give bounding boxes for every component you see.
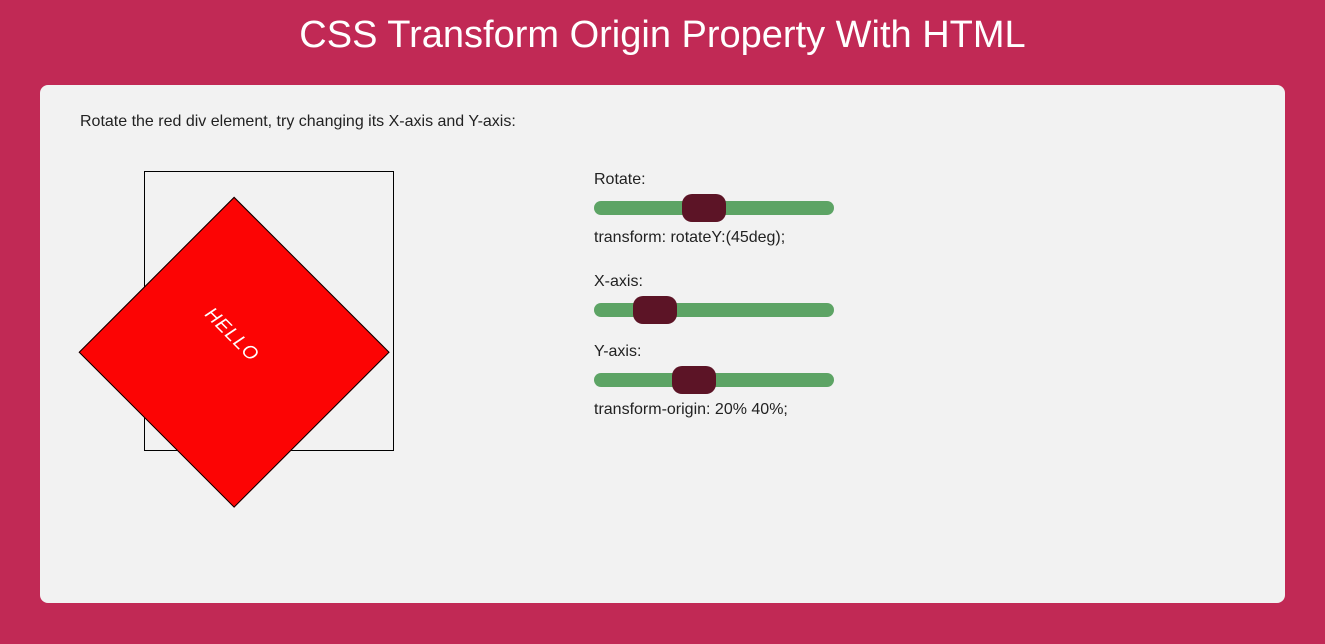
- origin-output: transform-origin: 20% 40%;: [594, 401, 894, 419]
- page-title: CSS Transform Origin Property With HTML: [0, 0, 1325, 85]
- demo-container: HELLO: [144, 171, 394, 451]
- demo-panel: Rotate the red div element, try changing…: [40, 85, 1285, 603]
- rotate-output: transform: rotateY:(45deg);: [594, 229, 894, 247]
- controls-column: Rotate: transform: rotateY:(45deg); X-ax…: [594, 171, 894, 445]
- rotate-label: Rotate:: [594, 171, 894, 189]
- x-axis-group: X-axis:: [594, 273, 894, 317]
- y-axis-slider[interactable]: [594, 373, 834, 387]
- y-axis-group: Y-axis: transform-origin: 20% 40%;: [594, 343, 894, 419]
- instruction-text: Rotate the red div element, try changing…: [80, 113, 1245, 131]
- rotate-group: Rotate: transform: rotateY:(45deg);: [594, 171, 894, 247]
- content-row: HELLO Rotate: transform: rotateY:(45deg)…: [80, 171, 1245, 451]
- y-axis-label: Y-axis:: [594, 343, 894, 361]
- hello-box: HELLO: [79, 197, 390, 508]
- x-axis-slider[interactable]: [594, 303, 834, 317]
- x-axis-label: X-axis:: [594, 273, 894, 291]
- hello-text: HELLO: [200, 304, 263, 367]
- rotate-slider[interactable]: [594, 201, 834, 215]
